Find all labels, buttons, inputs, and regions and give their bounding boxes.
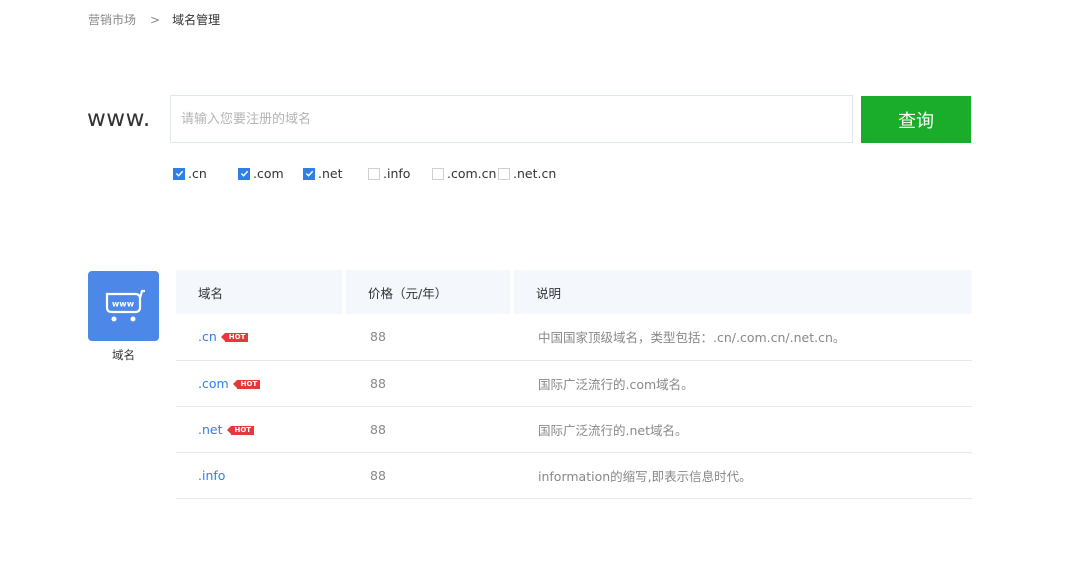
checkbox-com[interactable] (238, 167, 250, 180)
checkbox-net-cn[interactable] (498, 167, 510, 180)
header-description: 说明 (510, 270, 972, 314)
price-cell: 88 (344, 452, 512, 499)
tld-option-info[interactable]: .info (368, 166, 432, 181)
svg-text:www: www (111, 300, 134, 309)
tld-option-cn[interactable]: .cn (173, 166, 238, 181)
domain-name[interactable]: .info (198, 468, 225, 483)
breadcrumb-current: 域名管理 (172, 13, 221, 27)
check-icon (240, 170, 248, 177)
table-row: .net HOT 88 国际广泛流行的.net域名。 (176, 406, 972, 453)
checkbox-net[interactable] (303, 167, 315, 180)
price-cell: 88 (344, 406, 512, 453)
description-cell: 中国国家顶级域名，类型包括：.cn/.com.cn/.net.cn。 (512, 314, 972, 361)
domain-name-cell[interactable]: .info (176, 452, 344, 499)
tld-option-com[interactable]: .com (238, 166, 303, 181)
check-icon (175, 170, 183, 177)
www-prefix: www. (87, 106, 151, 132)
price-cell: 88 (344, 360, 512, 407)
domain-name[interactable]: .cn (198, 329, 217, 344)
hot-badge: HOT (232, 379, 261, 389)
description-cell: 国际广泛流行的.com域名。 (512, 360, 972, 407)
domain-name-cell[interactable]: .net HOT (176, 406, 344, 453)
tld-label-net: .net (318, 166, 343, 181)
breadcrumb-parent[interactable]: 营销市场 (88, 11, 136, 28)
table-row: .info 88 information的缩写,即表示信息时代。 (176, 452, 972, 499)
description-cell: 国际广泛流行的.net域名。 (512, 406, 972, 453)
check-icon (305, 170, 313, 177)
breadcrumb: 营销市场 > 域名管理 (88, 11, 220, 28)
checkbox-cn[interactable] (173, 167, 185, 180)
domain-name-cell[interactable]: .com HOT (176, 360, 344, 407)
domain-name[interactable]: .net (198, 422, 223, 437)
header-domain: 域名 (176, 270, 344, 314)
www-cart-icon: www (88, 271, 159, 341)
checkbox-info[interactable] (368, 167, 380, 180)
tld-option-com-cn[interactable]: .com.cn (432, 166, 498, 181)
hot-badge: HOT (226, 425, 255, 435)
tld-label-com-cn: .com.cn (447, 166, 497, 181)
checkbox-com-cn[interactable] (432, 167, 444, 180)
search-button[interactable]: 查询 (861, 96, 971, 143)
table-row: .com HOT 88 国际广泛流行的.com域名。 (176, 360, 972, 407)
tld-label-net-cn: .net.cn (513, 166, 557, 181)
tld-label-cn: .cn (188, 166, 207, 181)
tld-option-net-cn[interactable]: .net.cn (498, 166, 556, 181)
hot-badge: HOT (220, 333, 249, 343)
domain-name[interactable]: .com (198, 376, 229, 391)
domain-name-cell[interactable]: .cn HOT (176, 314, 344, 361)
tld-options: .cn .com .net .info .com.cn .net.cn (173, 166, 556, 181)
header-price: 价格（元/年） (342, 270, 512, 314)
domain-search-input[interactable] (170, 95, 853, 143)
tld-option-net[interactable]: .net (303, 166, 368, 181)
breadcrumb-separator: > (150, 12, 161, 27)
domain-product-card[interactable]: www 域名 (88, 271, 159, 363)
description-cell: information的缩写,即表示信息时代。 (512, 452, 972, 499)
price-cell: 88 (344, 314, 512, 361)
domain-price-table: 域名 价格（元/年） 说明 .cn HOT 88 中国国家顶级域名，类型包括：.c… (176, 270, 972, 499)
table-header-row: 域名 价格（元/年） 说明 (176, 270, 972, 314)
tld-label-com: .com (253, 166, 284, 181)
product-label: 域名 (112, 348, 135, 362)
table-row: .cn HOT 88 中国国家顶级域名，类型包括：.cn/.com.cn/.net… (176, 314, 972, 361)
tld-label-info: .info (383, 166, 411, 181)
